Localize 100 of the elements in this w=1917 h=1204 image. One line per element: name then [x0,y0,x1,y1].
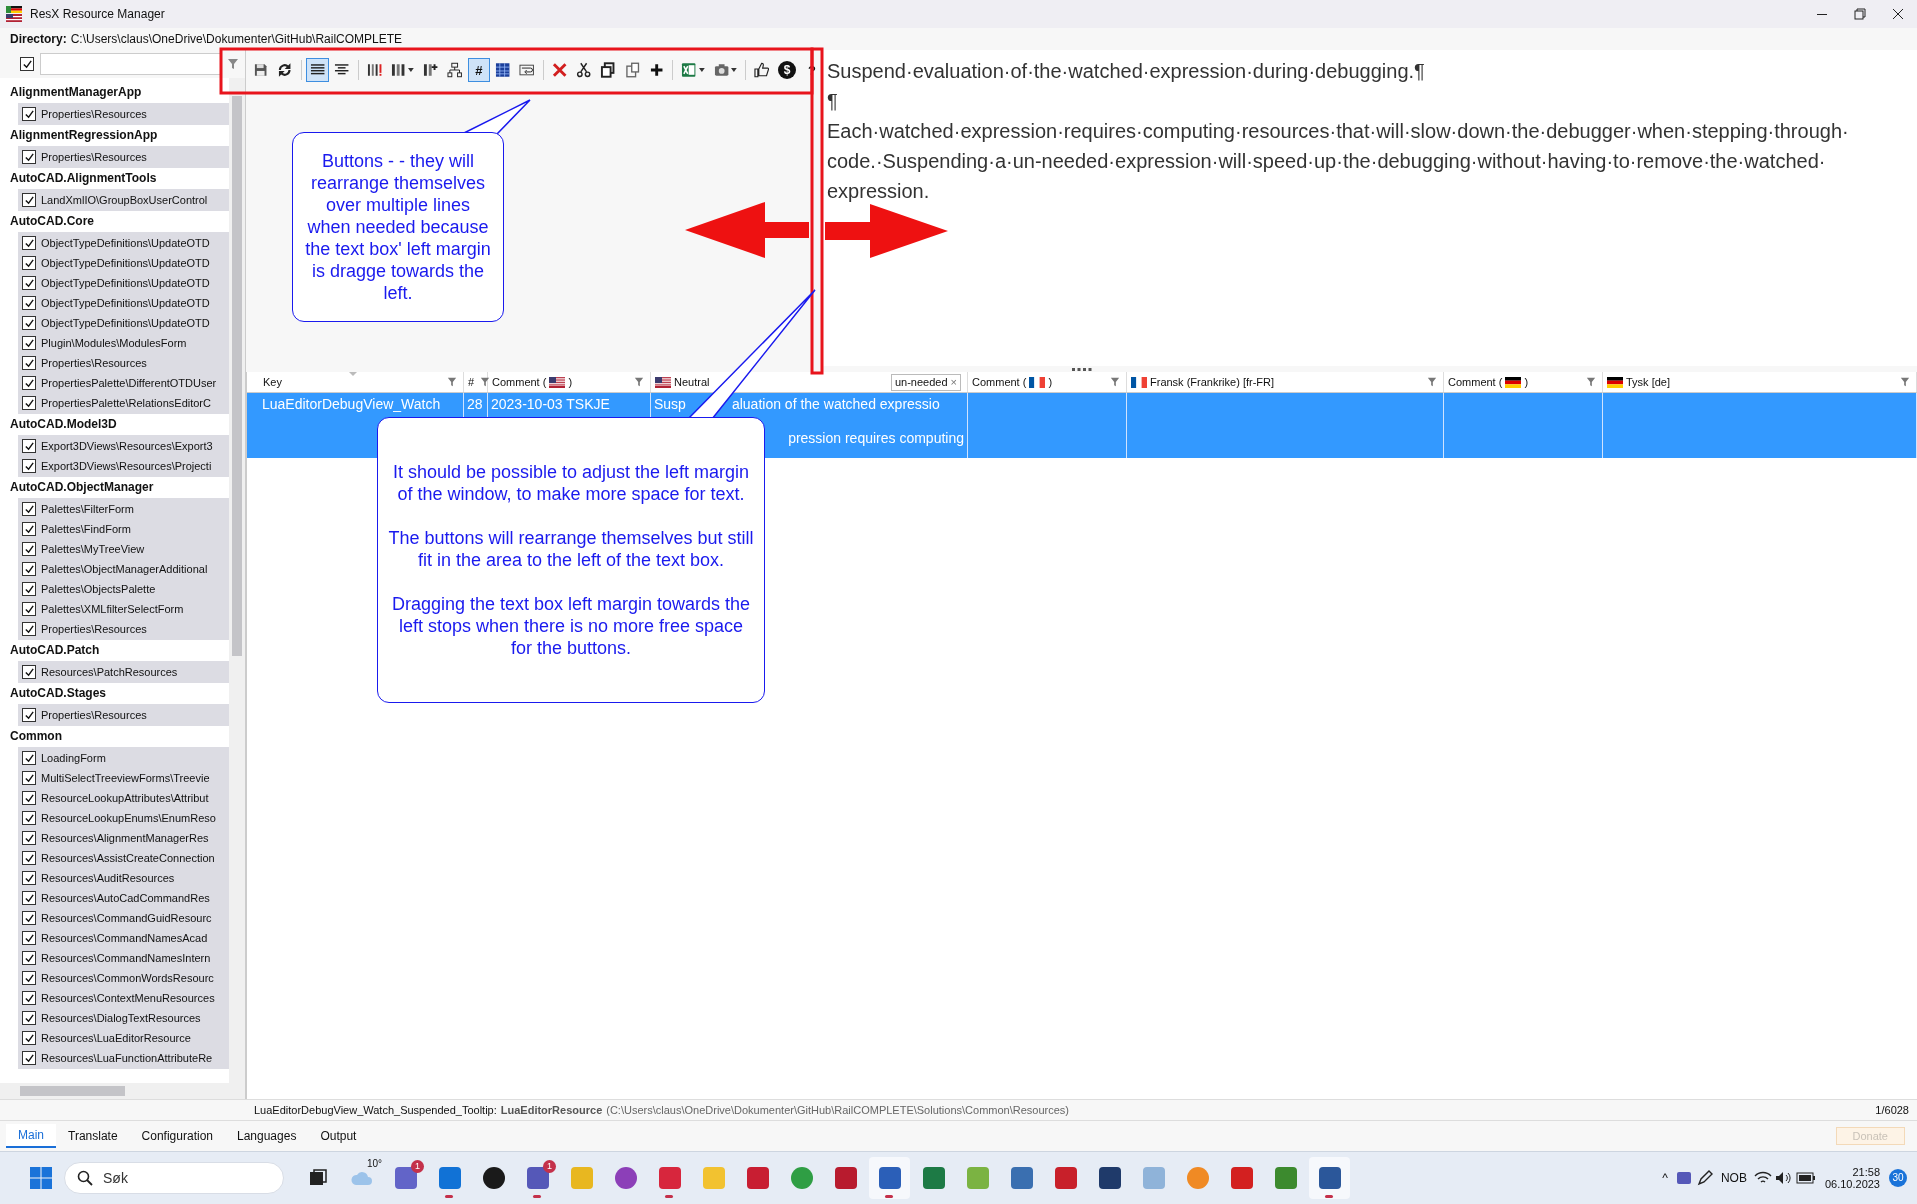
tree-item[interactable]: Palettes\FilterForm [18,499,229,519]
checkbox[interactable] [22,871,36,885]
tab[interactable]: Configuration [129,1124,225,1148]
checkbox[interactable] [22,522,36,536]
tree-item[interactable]: PropertiesPalette\DifferentOTDUser [18,373,229,393]
tree-item[interactable]: ObjectTypeDefinitions\UpdateOTD [18,253,229,273]
tree-item[interactable]: Palettes\ObjectsPalette [18,579,229,599]
clock-date[interactable]: 06.10.2023 [1824,1178,1880,1190]
tree-item[interactable]: Resources\CommandGuidResourc [18,908,229,928]
column-filter-field[interactable]: un-needed × [890,373,961,391]
taskbar-app-button[interactable]: 1 [385,1157,426,1199]
checkbox[interactable] [22,459,36,473]
checkbox[interactable] [22,502,36,516]
tree-item[interactable]: MultiSelectTreeviewForms\Treevie [18,768,229,788]
filter-field[interactable] [40,53,221,75]
toolbar-button[interactable]: $ [778,61,796,79]
checkbox[interactable] [22,708,36,722]
checkbox[interactable] [22,791,36,805]
tree-item[interactable]: Properties\Resources [18,147,229,167]
checkbox[interactable] [22,396,36,410]
checkbox[interactable] [22,236,36,250]
tree-item[interactable]: ResourceLookupAttributes\Attribut [18,788,229,808]
tree-item[interactable]: ObjectTypeDefinitions\UpdateOTD [18,273,229,293]
checkbox[interactable] [22,336,36,350]
checkbox[interactable] [22,107,36,121]
filter-icon[interactable] [634,377,644,387]
tree-item[interactable]: Resources\AutoCadCommandRes [18,888,229,908]
scrollbar[interactable] [229,78,245,1083]
checkbox[interactable] [22,951,36,965]
tree-item[interactable]: Export3DViews\Resources\Projecti [18,456,229,476]
tab[interactable]: Output [308,1124,369,1148]
checkbox[interactable] [22,582,36,596]
text-editor[interactable] [823,50,1917,366]
tree-item[interactable]: Properties\Resources [18,353,229,373]
splitter-grip-icon[interactable] [1071,367,1092,371]
checkbox[interactable] [22,1051,36,1065]
checkbox[interactable] [22,562,36,576]
checkbox[interactable] [22,931,36,945]
checkbox[interactable] [22,911,36,925]
column-header[interactable]: # [464,372,488,392]
column-header[interactable]: Comment ( ) [968,372,1127,392]
checkbox[interactable] [22,1011,36,1025]
tree-item[interactable]: Properties\Resources [18,104,229,124]
tree-item[interactable]: Palettes\FindForm [18,519,229,539]
volume-icon[interactable] [1774,1171,1793,1185]
column-header[interactable]: Comment ( ) [488,372,651,392]
pen-icon[interactable] [1695,1169,1714,1187]
filter-icon[interactable] [1586,377,1596,387]
tree-item[interactable]: Resources\AssistCreateConnection [18,848,229,868]
tree-item[interactable]: Resources\CommandNamesIntern [18,948,229,968]
checkbox[interactable] [22,439,36,453]
tree-item[interactable]: Properties\Resources [18,619,229,639]
checkbox[interactable] [22,831,36,845]
tree-item[interactable]: Palettes\ObjectManagerAdditional [18,559,229,579]
checkbox[interactable] [22,771,36,785]
battery-icon[interactable] [1795,1172,1816,1184]
scrollbar-thumb[interactable] [20,1086,125,1096]
checkbox[interactable] [22,376,36,390]
clear-button[interactable]: × [950,376,957,388]
checkbox[interactable] [22,150,36,164]
tree-item[interactable]: Export3DViews\Resources\Export3 [18,436,229,456]
clock-time[interactable]: 21:58 [1852,1166,1880,1178]
tree-item[interactable]: ObjectTypeDefinitions\UpdateOTD [18,313,229,333]
tree-item[interactable]: Resources\DialogTextResources [18,1008,229,1028]
language-indicator[interactable]: NOB [1716,1171,1751,1185]
wifi-icon[interactable] [1753,1171,1772,1185]
tree-item[interactable]: PropertiesPalette\RelationsEditorC [18,393,229,413]
tree-item[interactable]: LandXmlIO\GroupBoxUserControl [18,190,229,210]
filter-icon[interactable] [227,58,239,70]
checkbox[interactable] [22,296,36,310]
tree-item[interactable]: Resources\CommandNamesAcad [18,928,229,948]
checkbox[interactable] [22,356,36,370]
tray-chevron[interactable]: ^ [1658,1171,1672,1185]
checkbox[interactable] [22,1031,36,1045]
tree-item[interactable]: Resources\LuaEditorResource [18,1028,229,1048]
column-header[interactable]: Key [259,372,464,392]
taskbar-app-button[interactable]: 1 [517,1157,558,1199]
checkbox[interactable] [22,256,36,270]
checkbox[interactable] [22,602,36,616]
tree-item[interactable]: Resources\AlignmentManagerRes [18,828,229,848]
toolbar-button[interactable] [305,58,330,82]
checkbox[interactable] [22,665,36,679]
chat-icon[interactable] [1674,1169,1693,1187]
checkbox[interactable] [22,542,36,556]
search-field[interactable]: Søk [64,1162,284,1194]
tree-item[interactable]: ObjectTypeDefinitions\UpdateOTD [18,233,229,253]
tree-item[interactable]: Plugin\Modules\ModulesForm [18,333,229,353]
tree-item[interactable]: Resources\CommonWordsResourc [18,968,229,988]
checkbox[interactable] [22,811,36,825]
checkbox[interactable] [22,971,36,985]
checkbox[interactable] [22,991,36,1005]
taskbar-app-button[interactable] [1309,1157,1350,1199]
column-header[interactable]: Tysk [de] [1603,372,1917,392]
filter-icon[interactable] [1427,377,1437,387]
filter-icon[interactable] [480,377,491,387]
tab[interactable]: Main [6,1124,56,1148]
filter-icon[interactable] [1900,377,1910,387]
tree-item[interactable]: Resources\LuaFunctionAttributeRe [18,1048,229,1068]
checkbox[interactable] [22,751,36,765]
tree-item[interactable]: Resources\PatchResources [18,662,229,682]
